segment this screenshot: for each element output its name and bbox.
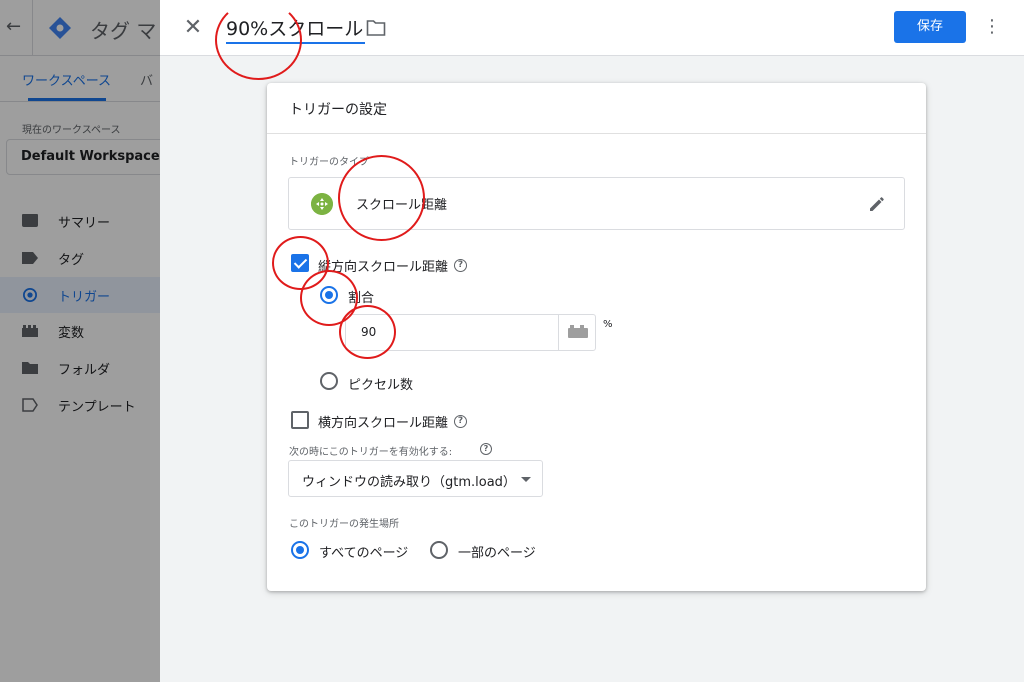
percent-unit: % <box>603 319 613 330</box>
fire-on-label: このトリガーの発生場所 <box>289 519 399 530</box>
percent-radio[interactable] <box>320 286 338 304</box>
folder-icon[interactable] <box>366 19 386 37</box>
trigger-type-value: スクロール距離 <box>356 198 448 213</box>
vertical-scroll-checkbox[interactable] <box>291 254 309 272</box>
sheet-header: ✕ 90%スクロール 保存 ⋮ <box>160 0 1024 56</box>
save-button[interactable]: 保存 <box>894 11 966 43</box>
enable-when-label: 次の時にこのトリガーを有効化する: <box>289 447 453 458</box>
trigger-name-input[interactable]: 90%スクロール <box>226 14 366 44</box>
dropdown-caret-icon <box>521 477 531 482</box>
all-pages-label: すべてのページ <box>319 546 409 561</box>
some-pages-radio[interactable] <box>430 541 448 559</box>
enable-when-select[interactable]: ウィンドウの読み取り（gtm.load） <box>288 460 543 497</box>
scroll-depth-icon <box>311 193 333 215</box>
divider <box>267 133 926 134</box>
more-options-icon[interactable]: ⋮ <box>982 14 1002 40</box>
trigger-type-selector[interactable]: スクロール距離 <box>288 177 905 230</box>
trigger-type-label: トリガーのタイプ <box>289 157 369 168</box>
percent-input[interactable]: 90 <box>345 314 596 351</box>
help-icon[interactable]: ? <box>454 259 467 272</box>
close-button[interactable]: ✕ <box>180 14 206 42</box>
pixels-radio[interactable] <box>320 372 338 390</box>
enable-when-value: ウィンドウの読み取り（gtm.load） <box>302 475 516 490</box>
all-pages-radio[interactable] <box>291 541 309 559</box>
horizontal-scroll-label: 横方向スクロール距離 <box>318 416 449 431</box>
pixels-label: ピクセル数 <box>348 378 414 393</box>
trigger-editor-sheet: ✕ 90%スクロール 保存 ⋮ トリガーの設定 トリガーのタイプ スクロール距離… <box>160 0 1024 682</box>
trigger-config-card: トリガーの設定 トリガーのタイプ スクロール距離 縦方向スクロール距離 ? 割合… <box>267 83 926 591</box>
variable-picker-button[interactable] <box>558 315 596 350</box>
variable-brick-icon <box>568 325 588 338</box>
horizontal-scroll-checkbox[interactable] <box>291 411 309 429</box>
card-title: トリガーの設定 <box>289 102 387 118</box>
percent-label: 割合 <box>348 291 375 306</box>
modal-scrim[interactable] <box>0 0 160 682</box>
help-icon[interactable]: ? <box>454 415 467 428</box>
vertical-scroll-label: 縦方向スクロール距離 <box>318 260 449 275</box>
percent-value: 90 <box>361 325 377 339</box>
some-pages-label: 一部のページ <box>458 546 536 561</box>
help-icon[interactable]: ? <box>480 443 492 455</box>
pencil-icon[interactable] <box>867 194 887 214</box>
